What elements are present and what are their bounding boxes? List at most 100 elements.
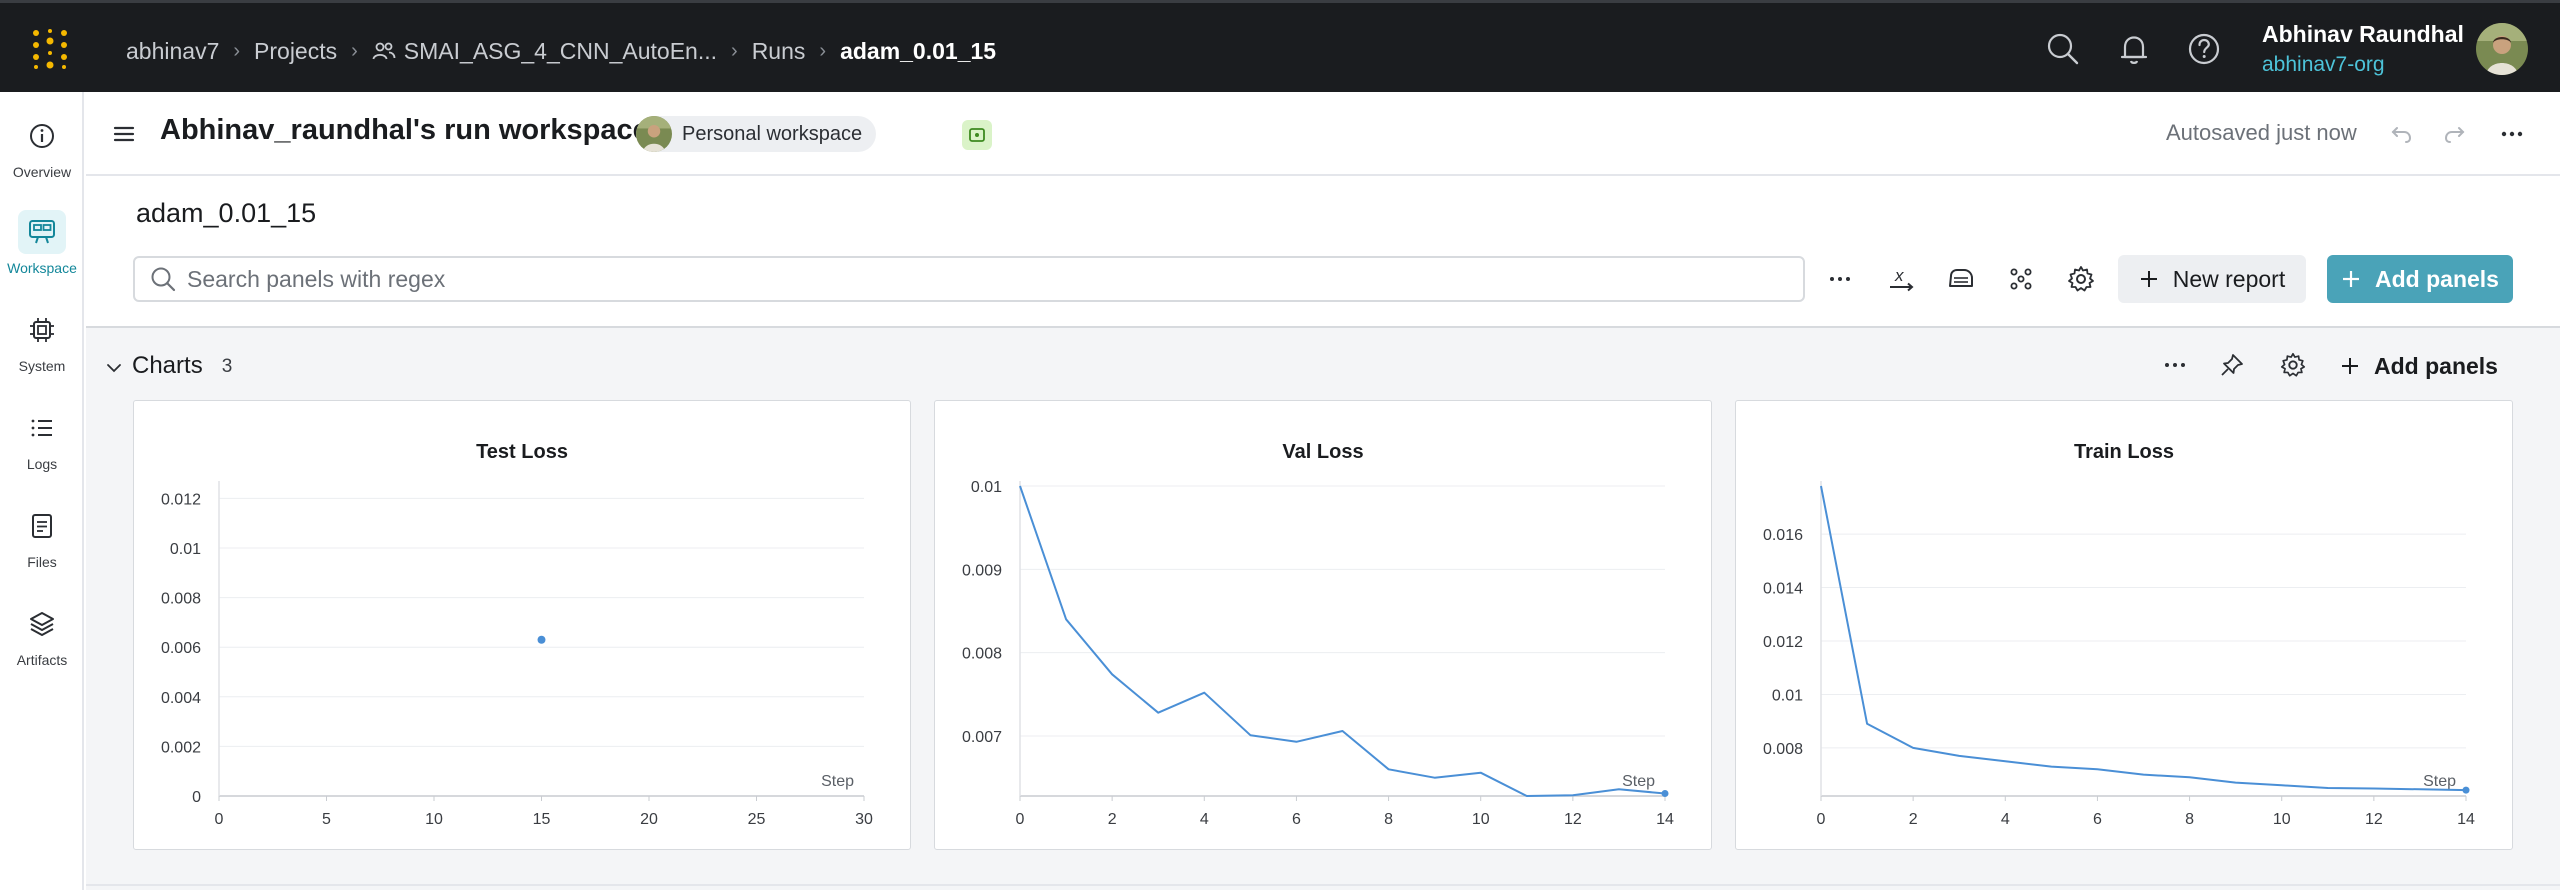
section-title[interactable]: Charts <box>132 352 203 380</box>
y-tick-label: 0.008 <box>161 591 201 608</box>
rail-item-workspace[interactable]: Workspace <box>0 210 84 290</box>
svg-text:x: x <box>1894 266 1904 285</box>
redo-icon[interactable] <box>2440 120 2468 148</box>
chart-title: Train Loss <box>2073 441 2175 463</box>
help-icon[interactable] <box>2186 31 2222 67</box>
rail-item-logs[interactable]: Logs <box>0 406 84 486</box>
x-tick-label: 2 <box>1909 811 1918 828</box>
y-tick-label: 0 <box>192 789 201 806</box>
plus-icon <box>2342 358 2358 374</box>
y-tick-label: 0.006 <box>161 640 201 657</box>
workspace-header: Abhinav_raundhal's run workspace Persona… <box>86 92 2560 176</box>
breadcrumb-user[interactable]: abhinav7 <box>126 38 219 65</box>
plus-icon <box>2140 271 2157 287</box>
y-tick-label: 0.016 <box>1763 527 1803 544</box>
x-tick-label: 0 <box>1016 811 1025 828</box>
y-tick-label: 0.012 <box>1763 634 1803 651</box>
layers-icon <box>18 602 66 646</box>
y-tick-label: 0.012 <box>161 491 201 508</box>
y-tick-label: 0.008 <box>1763 741 1803 758</box>
hamburger-menu-icon[interactable] <box>110 120 138 148</box>
breadcrumb-projects[interactable]: Projects <box>254 38 337 65</box>
rail-item-label: Overview <box>12 164 72 180</box>
file-icon <box>18 504 66 548</box>
chevron-right-icon: › <box>351 39 358 62</box>
x-tick-label: 15 <box>533 811 551 828</box>
series-line <box>1019 485 1666 797</box>
breadcrumb-project[interactable]: SMAI_ASG_4_CNN_AutoEn... <box>372 38 717 65</box>
y-tick-label: 0.01 <box>170 541 201 558</box>
data-point <box>1661 790 1669 797</box>
y-tick-label: 0.01 <box>1772 687 1803 704</box>
rail-item-system[interactable]: System <box>0 308 84 388</box>
chart-val-loss: 0.007 0.008 0.009 0.01 0 2 4 6 8 10 12 14 Step <box>962 479 1674 828</box>
left-rail: Overview Workspace System Logs Files Art… <box>0 92 84 890</box>
chart-panel-test-loss[interactable]: 0 0.002 0.004 0.006 0.008 0.01 0.012 0 5 10 15 20 25… <box>133 400 911 850</box>
settings-gear-icon[interactable] <box>2065 263 2097 295</box>
search-icon[interactable] <box>2045 31 2081 67</box>
data-point <box>2462 786 2470 794</box>
add-panels-button[interactable]: Add panels <box>2327 255 2513 303</box>
run-name: adam_0.01_15 <box>136 198 317 228</box>
bell-icon[interactable] <box>2116 31 2152 67</box>
autosave-status: Autosaved just now <box>2166 120 2357 145</box>
x-axis-icon[interactable]: x <box>1885 263 1917 295</box>
section-count-badge: 3 <box>221 356 233 377</box>
list-icon <box>18 406 66 450</box>
workspace-badge[interactable]: Personal workspace <box>636 116 877 152</box>
rail-item-files[interactable]: Files <box>0 504 84 584</box>
x-tick-label: 12 <box>2365 811 2383 828</box>
undo-icon[interactable] <box>2388 120 2416 148</box>
avatar[interactable] <box>2476 23 2528 75</box>
rail-item-overview[interactable]: Overview <box>0 114 84 194</box>
smoothing-icon[interactable] <box>1945 263 1977 295</box>
outliers-icon[interactable] <box>2005 263 2037 295</box>
x-axis-label: Step <box>2423 773 2456 790</box>
plus-icon <box>2343 271 2360 287</box>
x-axis-label: Step <box>1622 773 1655 790</box>
more-options-icon[interactable] <box>2498 120 2526 148</box>
wandb-logo-icon[interactable] <box>26 25 74 73</box>
chevron-down-icon[interactable] <box>104 358 124 378</box>
breadcrumb-runs[interactable]: Runs <box>752 38 806 65</box>
rail-item-label: System <box>18 358 66 374</box>
x-tick-label: 5 <box>322 811 331 828</box>
x-tick-label: 14 <box>1656 811 1674 828</box>
x-tick-label: 0 <box>1817 811 1826 828</box>
chevron-right-icon: › <box>233 39 241 62</box>
chart-panel-train-loss[interactable]: 0.008 0.01 0.012 0.014 0.016 0 2 4 6 8 10 12 14 Step … <box>1735 400 2513 850</box>
search-input[interactable] <box>187 265 1767 293</box>
x-tick-label: 0 <box>215 811 224 828</box>
rail-item-artifacts[interactable]: Artifacts <box>0 602 84 682</box>
rail-item-label: Artifacts <box>16 652 68 668</box>
panel-search-box[interactable] <box>133 256 1805 302</box>
y-tick-label: 0.01 <box>971 479 1002 496</box>
chart-train-loss: 0.008 0.01 0.012 0.014 0.016 0 2 4 6 8 10 12 14 Step <box>1763 481 2475 828</box>
section-add-panels-button[interactable]: Add panels <box>2340 346 2498 386</box>
x-tick-label: 10 <box>2273 811 2291 828</box>
user-org[interactable]: abhinav7-org <box>2262 53 2385 77</box>
more-options-icon[interactable] <box>2160 350 2190 380</box>
new-report-button[interactable]: New report <box>2118 255 2306 303</box>
chart-title: Val Loss <box>1282 441 1364 463</box>
page-title: Abhinav_raundhal's run workspace <box>160 114 649 146</box>
x-tick-label: 10 <box>1472 811 1490 828</box>
rail-item-label: Workspace <box>7 260 77 276</box>
chart-panel-val-loss[interactable]: 0.007 0.008 0.009 0.01 0 2 4 6 8 10 12 14 Step Val L… <box>934 400 1712 850</box>
x-tick-label: 10 <box>425 811 443 828</box>
lock-icon[interactable] <box>962 120 992 150</box>
more-options-icon[interactable] <box>1824 263 1856 295</box>
avatar-photo-icon <box>2476 23 2528 75</box>
x-tick-label: 30 <box>855 811 873 828</box>
section-add-panels-label: Add panels <box>2374 352 2498 379</box>
x-tick-label: 2 <box>1108 811 1117 828</box>
search-icon <box>151 267 176 292</box>
chip-icon <box>18 308 66 352</box>
x-axis-label: Step <box>821 773 854 790</box>
info-icon <box>18 114 66 158</box>
breadcrumb-run[interactable]: adam_0.01_15 <box>840 38 996 65</box>
settings-gear-icon[interactable] <box>2278 350 2308 380</box>
pin-icon[interactable] <box>2217 350 2247 380</box>
x-tick-label: 4 <box>1200 811 1209 828</box>
user-name[interactable]: Abhinav Raundhal <box>2262 21 2464 48</box>
